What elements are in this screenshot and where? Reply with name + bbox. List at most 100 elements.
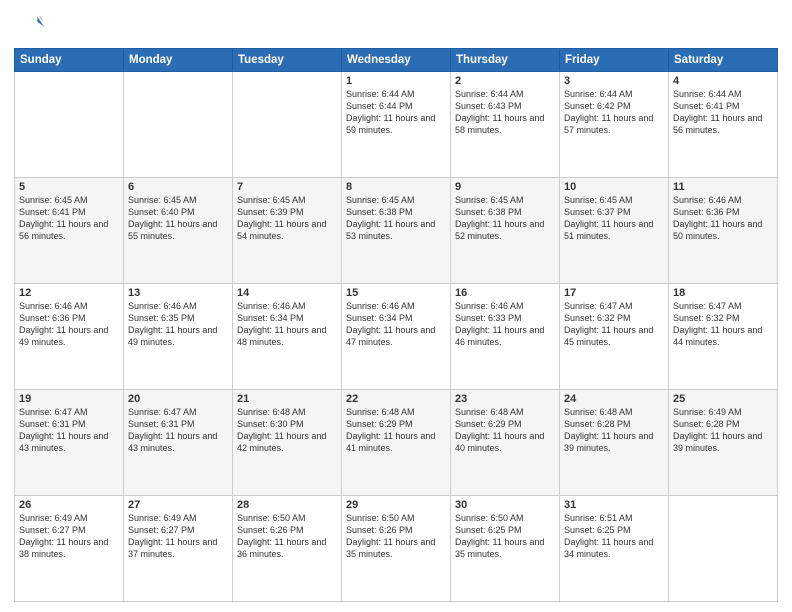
- day-number: 15: [346, 287, 446, 299]
- calendar-cell: 17Sunrise: 6:47 AM Sunset: 6:32 PM Dayli…: [560, 284, 669, 390]
- calendar-cell: [15, 72, 124, 178]
- calendar-cell: 25Sunrise: 6:49 AM Sunset: 6:28 PM Dayli…: [669, 390, 778, 496]
- day-number: 24: [564, 393, 664, 405]
- day-info: Sunrise: 6:45 AM Sunset: 6:40 PM Dayligh…: [128, 194, 228, 243]
- day-number: 10: [564, 181, 664, 193]
- calendar-week-row: 19Sunrise: 6:47 AM Sunset: 6:31 PM Dayli…: [15, 390, 778, 496]
- calendar-header-row: SundayMondayTuesdayWednesdayThursdayFrid…: [15, 49, 778, 72]
- day-info: Sunrise: 6:45 AM Sunset: 6:38 PM Dayligh…: [455, 194, 555, 243]
- day-number: 1: [346, 75, 446, 87]
- calendar-cell: 1Sunrise: 6:44 AM Sunset: 6:44 PM Daylig…: [342, 72, 451, 178]
- day-number: 9: [455, 181, 555, 193]
- day-info: Sunrise: 6:47 AM Sunset: 6:32 PM Dayligh…: [564, 300, 664, 349]
- calendar-day-header: Friday: [560, 49, 669, 72]
- calendar-cell: 5Sunrise: 6:45 AM Sunset: 6:41 PM Daylig…: [15, 178, 124, 284]
- day-info: Sunrise: 6:46 AM Sunset: 6:35 PM Dayligh…: [128, 300, 228, 349]
- calendar-day-header: Tuesday: [233, 49, 342, 72]
- calendar-cell: 11Sunrise: 6:46 AM Sunset: 6:36 PM Dayli…: [669, 178, 778, 284]
- day-info: Sunrise: 6:49 AM Sunset: 6:27 PM Dayligh…: [19, 512, 119, 561]
- calendar-week-row: 12Sunrise: 6:46 AM Sunset: 6:36 PM Dayli…: [15, 284, 778, 390]
- calendar-cell: 16Sunrise: 6:46 AM Sunset: 6:33 PM Dayli…: [451, 284, 560, 390]
- calendar-table: SundayMondayTuesdayWednesdayThursdayFrid…: [14, 48, 778, 602]
- day-number: 31: [564, 499, 664, 511]
- calendar-day-header: Monday: [124, 49, 233, 72]
- calendar-cell: 4Sunrise: 6:44 AM Sunset: 6:41 PM Daylig…: [669, 72, 778, 178]
- day-number: 3: [564, 75, 664, 87]
- day-number: 14: [237, 287, 337, 299]
- calendar-day-header: Saturday: [669, 49, 778, 72]
- day-number: 30: [455, 499, 555, 511]
- day-info: Sunrise: 6:49 AM Sunset: 6:28 PM Dayligh…: [673, 406, 773, 455]
- day-number: 18: [673, 287, 773, 299]
- day-number: 29: [346, 499, 446, 511]
- calendar-cell: 8Sunrise: 6:45 AM Sunset: 6:38 PM Daylig…: [342, 178, 451, 284]
- day-info: Sunrise: 6:50 AM Sunset: 6:26 PM Dayligh…: [346, 512, 446, 561]
- day-number: 23: [455, 393, 555, 405]
- day-info: Sunrise: 6:51 AM Sunset: 6:25 PM Dayligh…: [564, 512, 664, 561]
- calendar-cell: 31Sunrise: 6:51 AM Sunset: 6:25 PM Dayli…: [560, 496, 669, 602]
- day-number: 16: [455, 287, 555, 299]
- calendar-cell: 9Sunrise: 6:45 AM Sunset: 6:38 PM Daylig…: [451, 178, 560, 284]
- logo-icon: [14, 10, 44, 40]
- day-number: 2: [455, 75, 555, 87]
- calendar-day-header: Wednesday: [342, 49, 451, 72]
- calendar-cell: 19Sunrise: 6:47 AM Sunset: 6:31 PM Dayli…: [15, 390, 124, 496]
- day-info: Sunrise: 6:48 AM Sunset: 6:28 PM Dayligh…: [564, 406, 664, 455]
- day-info: Sunrise: 6:45 AM Sunset: 6:39 PM Dayligh…: [237, 194, 337, 243]
- page: SundayMondayTuesdayWednesdayThursdayFrid…: [0, 0, 792, 612]
- day-number: 7: [237, 181, 337, 193]
- day-info: Sunrise: 6:47 AM Sunset: 6:31 PM Dayligh…: [128, 406, 228, 455]
- day-info: Sunrise: 6:47 AM Sunset: 6:32 PM Dayligh…: [673, 300, 773, 349]
- day-number: 22: [346, 393, 446, 405]
- calendar-cell: 27Sunrise: 6:49 AM Sunset: 6:27 PM Dayli…: [124, 496, 233, 602]
- day-info: Sunrise: 6:46 AM Sunset: 6:34 PM Dayligh…: [237, 300, 337, 349]
- day-number: 13: [128, 287, 228, 299]
- day-number: 20: [128, 393, 228, 405]
- calendar-cell: 13Sunrise: 6:46 AM Sunset: 6:35 PM Dayli…: [124, 284, 233, 390]
- day-number: 5: [19, 181, 119, 193]
- calendar-week-row: 5Sunrise: 6:45 AM Sunset: 6:41 PM Daylig…: [15, 178, 778, 284]
- calendar-cell: 18Sunrise: 6:47 AM Sunset: 6:32 PM Dayli…: [669, 284, 778, 390]
- calendar-cell: 21Sunrise: 6:48 AM Sunset: 6:30 PM Dayli…: [233, 390, 342, 496]
- calendar-cell: 15Sunrise: 6:46 AM Sunset: 6:34 PM Dayli…: [342, 284, 451, 390]
- day-info: Sunrise: 6:44 AM Sunset: 6:44 PM Dayligh…: [346, 88, 446, 137]
- day-number: 11: [673, 181, 773, 193]
- day-info: Sunrise: 6:48 AM Sunset: 6:30 PM Dayligh…: [237, 406, 337, 455]
- day-number: 8: [346, 181, 446, 193]
- header: [14, 10, 778, 40]
- calendar-day-header: Thursday: [451, 49, 560, 72]
- day-number: 21: [237, 393, 337, 405]
- calendar-cell: 20Sunrise: 6:47 AM Sunset: 6:31 PM Dayli…: [124, 390, 233, 496]
- calendar-cell: 24Sunrise: 6:48 AM Sunset: 6:28 PM Dayli…: [560, 390, 669, 496]
- day-info: Sunrise: 6:48 AM Sunset: 6:29 PM Dayligh…: [455, 406, 555, 455]
- day-info: Sunrise: 6:46 AM Sunset: 6:34 PM Dayligh…: [346, 300, 446, 349]
- day-number: 4: [673, 75, 773, 87]
- day-info: Sunrise: 6:47 AM Sunset: 6:31 PM Dayligh…: [19, 406, 119, 455]
- logo: [14, 10, 48, 40]
- calendar-cell: 6Sunrise: 6:45 AM Sunset: 6:40 PM Daylig…: [124, 178, 233, 284]
- day-info: Sunrise: 6:50 AM Sunset: 6:26 PM Dayligh…: [237, 512, 337, 561]
- calendar-cell: [124, 72, 233, 178]
- calendar-cell: [669, 496, 778, 602]
- day-info: Sunrise: 6:44 AM Sunset: 6:42 PM Dayligh…: [564, 88, 664, 137]
- day-number: 26: [19, 499, 119, 511]
- day-info: Sunrise: 6:44 AM Sunset: 6:41 PM Dayligh…: [673, 88, 773, 137]
- day-info: Sunrise: 6:44 AM Sunset: 6:43 PM Dayligh…: [455, 88, 555, 137]
- day-number: 28: [237, 499, 337, 511]
- day-info: Sunrise: 6:49 AM Sunset: 6:27 PM Dayligh…: [128, 512, 228, 561]
- calendar-cell: 30Sunrise: 6:50 AM Sunset: 6:25 PM Dayli…: [451, 496, 560, 602]
- calendar-cell: 22Sunrise: 6:48 AM Sunset: 6:29 PM Dayli…: [342, 390, 451, 496]
- day-number: 12: [19, 287, 119, 299]
- day-number: 6: [128, 181, 228, 193]
- calendar-cell: 14Sunrise: 6:46 AM Sunset: 6:34 PM Dayli…: [233, 284, 342, 390]
- calendar-cell: 28Sunrise: 6:50 AM Sunset: 6:26 PM Dayli…: [233, 496, 342, 602]
- calendar-cell: 26Sunrise: 6:49 AM Sunset: 6:27 PM Dayli…: [15, 496, 124, 602]
- calendar-week-row: 26Sunrise: 6:49 AM Sunset: 6:27 PM Dayli…: [15, 496, 778, 602]
- calendar-cell: 3Sunrise: 6:44 AM Sunset: 6:42 PM Daylig…: [560, 72, 669, 178]
- day-info: Sunrise: 6:46 AM Sunset: 6:36 PM Dayligh…: [19, 300, 119, 349]
- day-info: Sunrise: 6:45 AM Sunset: 6:37 PM Dayligh…: [564, 194, 664, 243]
- calendar-cell: 29Sunrise: 6:50 AM Sunset: 6:26 PM Dayli…: [342, 496, 451, 602]
- calendar-cell: 7Sunrise: 6:45 AM Sunset: 6:39 PM Daylig…: [233, 178, 342, 284]
- calendar-cell: 2Sunrise: 6:44 AM Sunset: 6:43 PM Daylig…: [451, 72, 560, 178]
- calendar-week-row: 1Sunrise: 6:44 AM Sunset: 6:44 PM Daylig…: [15, 72, 778, 178]
